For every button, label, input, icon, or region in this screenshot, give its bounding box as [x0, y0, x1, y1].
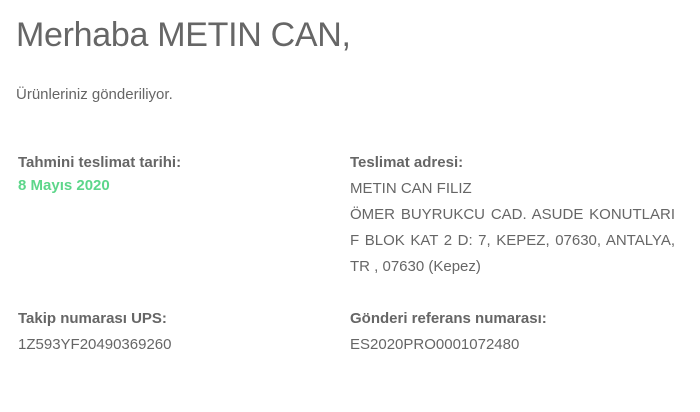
tracking-label: Takip numarası UPS:	[18, 310, 167, 327]
tracking-number[interactable]: 1Z593YF20490369260	[18, 332, 171, 358]
reference-label: Gönderi referans numarası:	[350, 310, 547, 327]
greeting-title: Merhaba METIN CAN,	[16, 16, 351, 54]
reference-number: ES2020PRO0001072480	[350, 336, 520, 353]
delivery-address-label: Teslimat adresi:	[350, 154, 464, 171]
delivery-address-section: Teslimat adresi: METIN CAN FILIZ ÖMER BU…	[350, 150, 675, 280]
tracking-section: Takip numarası UPS: 1Z593YF20490369260	[18, 306, 171, 358]
delivery-date-label: Tahmini teslimat tarihi:	[18, 154, 182, 171]
recipient-name: METIN CAN FILIZ	[350, 180, 472, 197]
delivery-address-text: ÖMER BUYRUKCU CAD. ASUDE KONUTLARI F BLO…	[350, 206, 675, 275]
delivery-date-section: Tahmini teslimat tarihi: 8 Mayıs 2020	[18, 150, 181, 196]
status-message: Ürünleriniz gönderiliyor.	[16, 86, 173, 103]
delivery-date-value: 8 Mayıs 2020	[18, 177, 110, 194]
reference-section: Gönderi referans numarası: ES2020PRO0001…	[350, 306, 547, 358]
